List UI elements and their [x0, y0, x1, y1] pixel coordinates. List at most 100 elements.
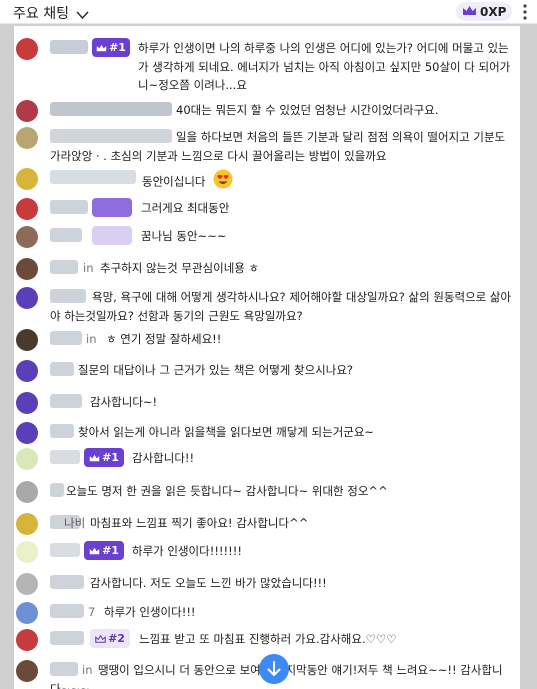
message-text: 감사합니다!!: [132, 451, 195, 465]
username[interactable]: [50, 543, 80, 557]
chat-message: 꿈나님 동안~~~: [14, 226, 520, 248]
avatar[interactable]: [16, 38, 38, 60]
avatar[interactable]: [16, 573, 38, 595]
message-text: ㅎ 연기 정말 잘하세요!!: [106, 332, 222, 346]
more-options-icon[interactable]: [522, 4, 528, 20]
chat-message: 질문의 대답이나 그 근거가 있는 책은 어떻게 찾으시나요?: [14, 360, 520, 382]
username[interactable]: [50, 424, 74, 438]
username[interactable]: [50, 331, 82, 345]
avatar[interactable]: [16, 602, 38, 624]
rank-badge: #2: [90, 629, 130, 648]
avatar[interactable]: [16, 541, 38, 563]
rank-badge: [92, 226, 132, 245]
chat-message: 감사합니다~!: [14, 392, 520, 414]
avatar[interactable]: [16, 198, 38, 220]
chat-message: 욕망, 욕구에 대해 어떻게 생각하시나요? 제어해야할 대상일까요? 삶의 원…: [14, 287, 520, 327]
username-suffix: 7: [88, 605, 96, 619]
avatar[interactable]: [16, 392, 38, 414]
avatar[interactable]: [16, 127, 38, 149]
username[interactable]: [50, 200, 88, 214]
chat-message: in ㅎ 연기 정말 잘하세요!!: [14, 329, 520, 351]
scroll-to-bottom-button[interactable]: [259, 654, 289, 684]
message-text: 일을 하다보면 처음의 들뜬 기분과 달리 점점 의욕이 떨어지고 기분도 가라…: [50, 130, 506, 163]
avatar[interactable]: [16, 360, 38, 382]
message-text: 오늘도 명저 한 권을 읽은 듯합니다~ 감사합니다~ 위대한 정오^^: [66, 484, 388, 498]
username[interactable]: [50, 483, 64, 497]
avatar[interactable]: [16, 100, 38, 122]
chat-message: 오늘도 명저 한 권을 읽은 듯합니다~ 감사합니다~ 위대한 정오^^: [14, 481, 520, 503]
chat-message: 감사합니다. 저도 오늘도 느낀 바가 많았습니다!!!: [14, 573, 520, 595]
chat-message: in 추구하지 않는것 무관심이네용 ㅎ: [14, 258, 520, 280]
message-text: 하루가 인생이다!!!!!!!: [132, 544, 242, 558]
crown-icon: [89, 547, 100, 554]
chat-message: 나비 마침표와 느낌표 찍기 좋아요! 감사합니다^^: [14, 513, 520, 535]
message-text: 40대는 뭐든지 할 수 있었던 엄청난 시간이었더라구요.: [176, 103, 439, 117]
chat-message: #1 감사합니다!!: [14, 448, 520, 470]
xp-badge[interactable]: 0XP: [456, 2, 513, 21]
avatar[interactable]: [16, 258, 38, 280]
username[interactable]: [50, 260, 78, 274]
rank-label: #1: [109, 41, 126, 54]
username[interactable]: [50, 575, 84, 589]
chat-message: #1 하루가 인생이다!!!!!!!: [14, 541, 520, 563]
username[interactable]: [50, 604, 84, 618]
chat-message: 40대는 뭐든지 할 수 있었던 엄청난 시간이었더라구요.: [14, 100, 520, 122]
username-suffix: in: [86, 332, 97, 346]
rank-badge: #1: [84, 448, 124, 467]
avatar[interactable]: [16, 660, 38, 682]
username-suffix: in: [83, 261, 94, 275]
avatar[interactable]: [16, 287, 38, 309]
username[interactable]: [50, 394, 82, 408]
chat-message: 7 하루가 인생이다!!!: [14, 602, 520, 624]
chat-message: 그러게요 최대동안: [14, 198, 520, 220]
rank-badge: [92, 198, 132, 217]
crown-icon: [89, 454, 100, 461]
chevron-down-icon[interactable]: [76, 5, 89, 24]
message-text: 찾아서 읽는게 아니라 읽을책을 읽다보면 깨닿게 되는거군요~: [78, 425, 375, 439]
crown-icon: [95, 634, 106, 643]
xp-value: 0XP: [480, 4, 507, 19]
chat-message: #2 느낌표 받고 또 마침표 진행하러 가요.감사해요.♡♡♡: [14, 629, 520, 651]
message-text: 느낌표 받고 또 마침표 진행하러 가요.감사해요.♡♡♡: [139, 632, 397, 646]
username[interactable]: [50, 228, 82, 242]
rank-badge: #1: [84, 541, 124, 560]
avatar[interactable]: [16, 329, 38, 351]
avatar[interactable]: [16, 481, 38, 503]
message-text: 하루가 인생이다!!!: [104, 605, 196, 619]
arrow-down-icon: [267, 661, 281, 676]
message-text: 추구하지 않는것 무관심이네용 ㅎ: [100, 261, 260, 275]
username[interactable]: [50, 40, 88, 54]
message-text: 질문의 대답이나 그 근거가 있는 책은 어떻게 찾으시나요?: [78, 363, 354, 377]
message-text: 감사합니다~!: [90, 395, 158, 409]
rank-badge: #1: [92, 38, 130, 57]
rank-label: #2: [108, 632, 125, 645]
username[interactable]: [50, 362, 74, 376]
chat-message-list[interactable]: #1 하루가 인생이면 나의 하루중 나의 인생은 어디에 있는가? 어디에 머…: [14, 26, 520, 689]
heart-eyes-emoji-icon: [213, 169, 233, 195]
crown-icon: [96, 44, 107, 51]
message-text: 욕망, 욕구에 대해 어떻게 생각하시나요? 제어해야할 대상일까요? 삶의 원…: [50, 290, 512, 323]
message-text: 마침표와 느낌표 찍기 좋아요! 감사합니다^^: [90, 516, 309, 530]
message-text: 동안이십니다: [142, 169, 512, 195]
message-text: 그러게요 최대동안: [141, 201, 230, 215]
message-text: 꿈나님 동안~~~: [141, 229, 227, 243]
crown-icon: [462, 5, 477, 19]
chat-message: 일을 하다보면 처음의 들뜬 기분과 달리 점점 의욕이 떨어지고 기분도 가라…: [14, 127, 520, 167]
chat-header: 주요 채팅 0XP: [0, 0, 537, 24]
username[interactable]: [50, 631, 84, 645]
username[interactable]: [50, 102, 172, 116]
avatar[interactable]: [16, 422, 38, 444]
chat-message: #1 하루가 인생이면 나의 하루중 나의 인생은 어디에 있는가? 어디에 머…: [14, 38, 520, 98]
avatar[interactable]: [16, 168, 38, 190]
message-text: 감사합니다. 저도 오늘도 느낀 바가 많았습니다!!!: [90, 576, 327, 590]
avatar[interactable]: [16, 226, 38, 248]
message-text: 하루가 인생이면 나의 하루중 나의 인생은 어디에 있는가? 어디에 머물고 …: [138, 41, 511, 92]
chat-filter-title[interactable]: 주요 채팅: [13, 3, 69, 23]
avatar[interactable]: [16, 448, 38, 470]
chat-message: 찾아서 읽는게 아니라 읽을책을 읽다보면 깨닿게 되는거군요~: [14, 422, 520, 444]
username[interactable]: [50, 450, 80, 464]
rank-label: #1: [102, 544, 119, 557]
avatar[interactable]: [16, 513, 38, 535]
username[interactable]: [50, 170, 136, 184]
avatar[interactable]: [16, 629, 38, 651]
